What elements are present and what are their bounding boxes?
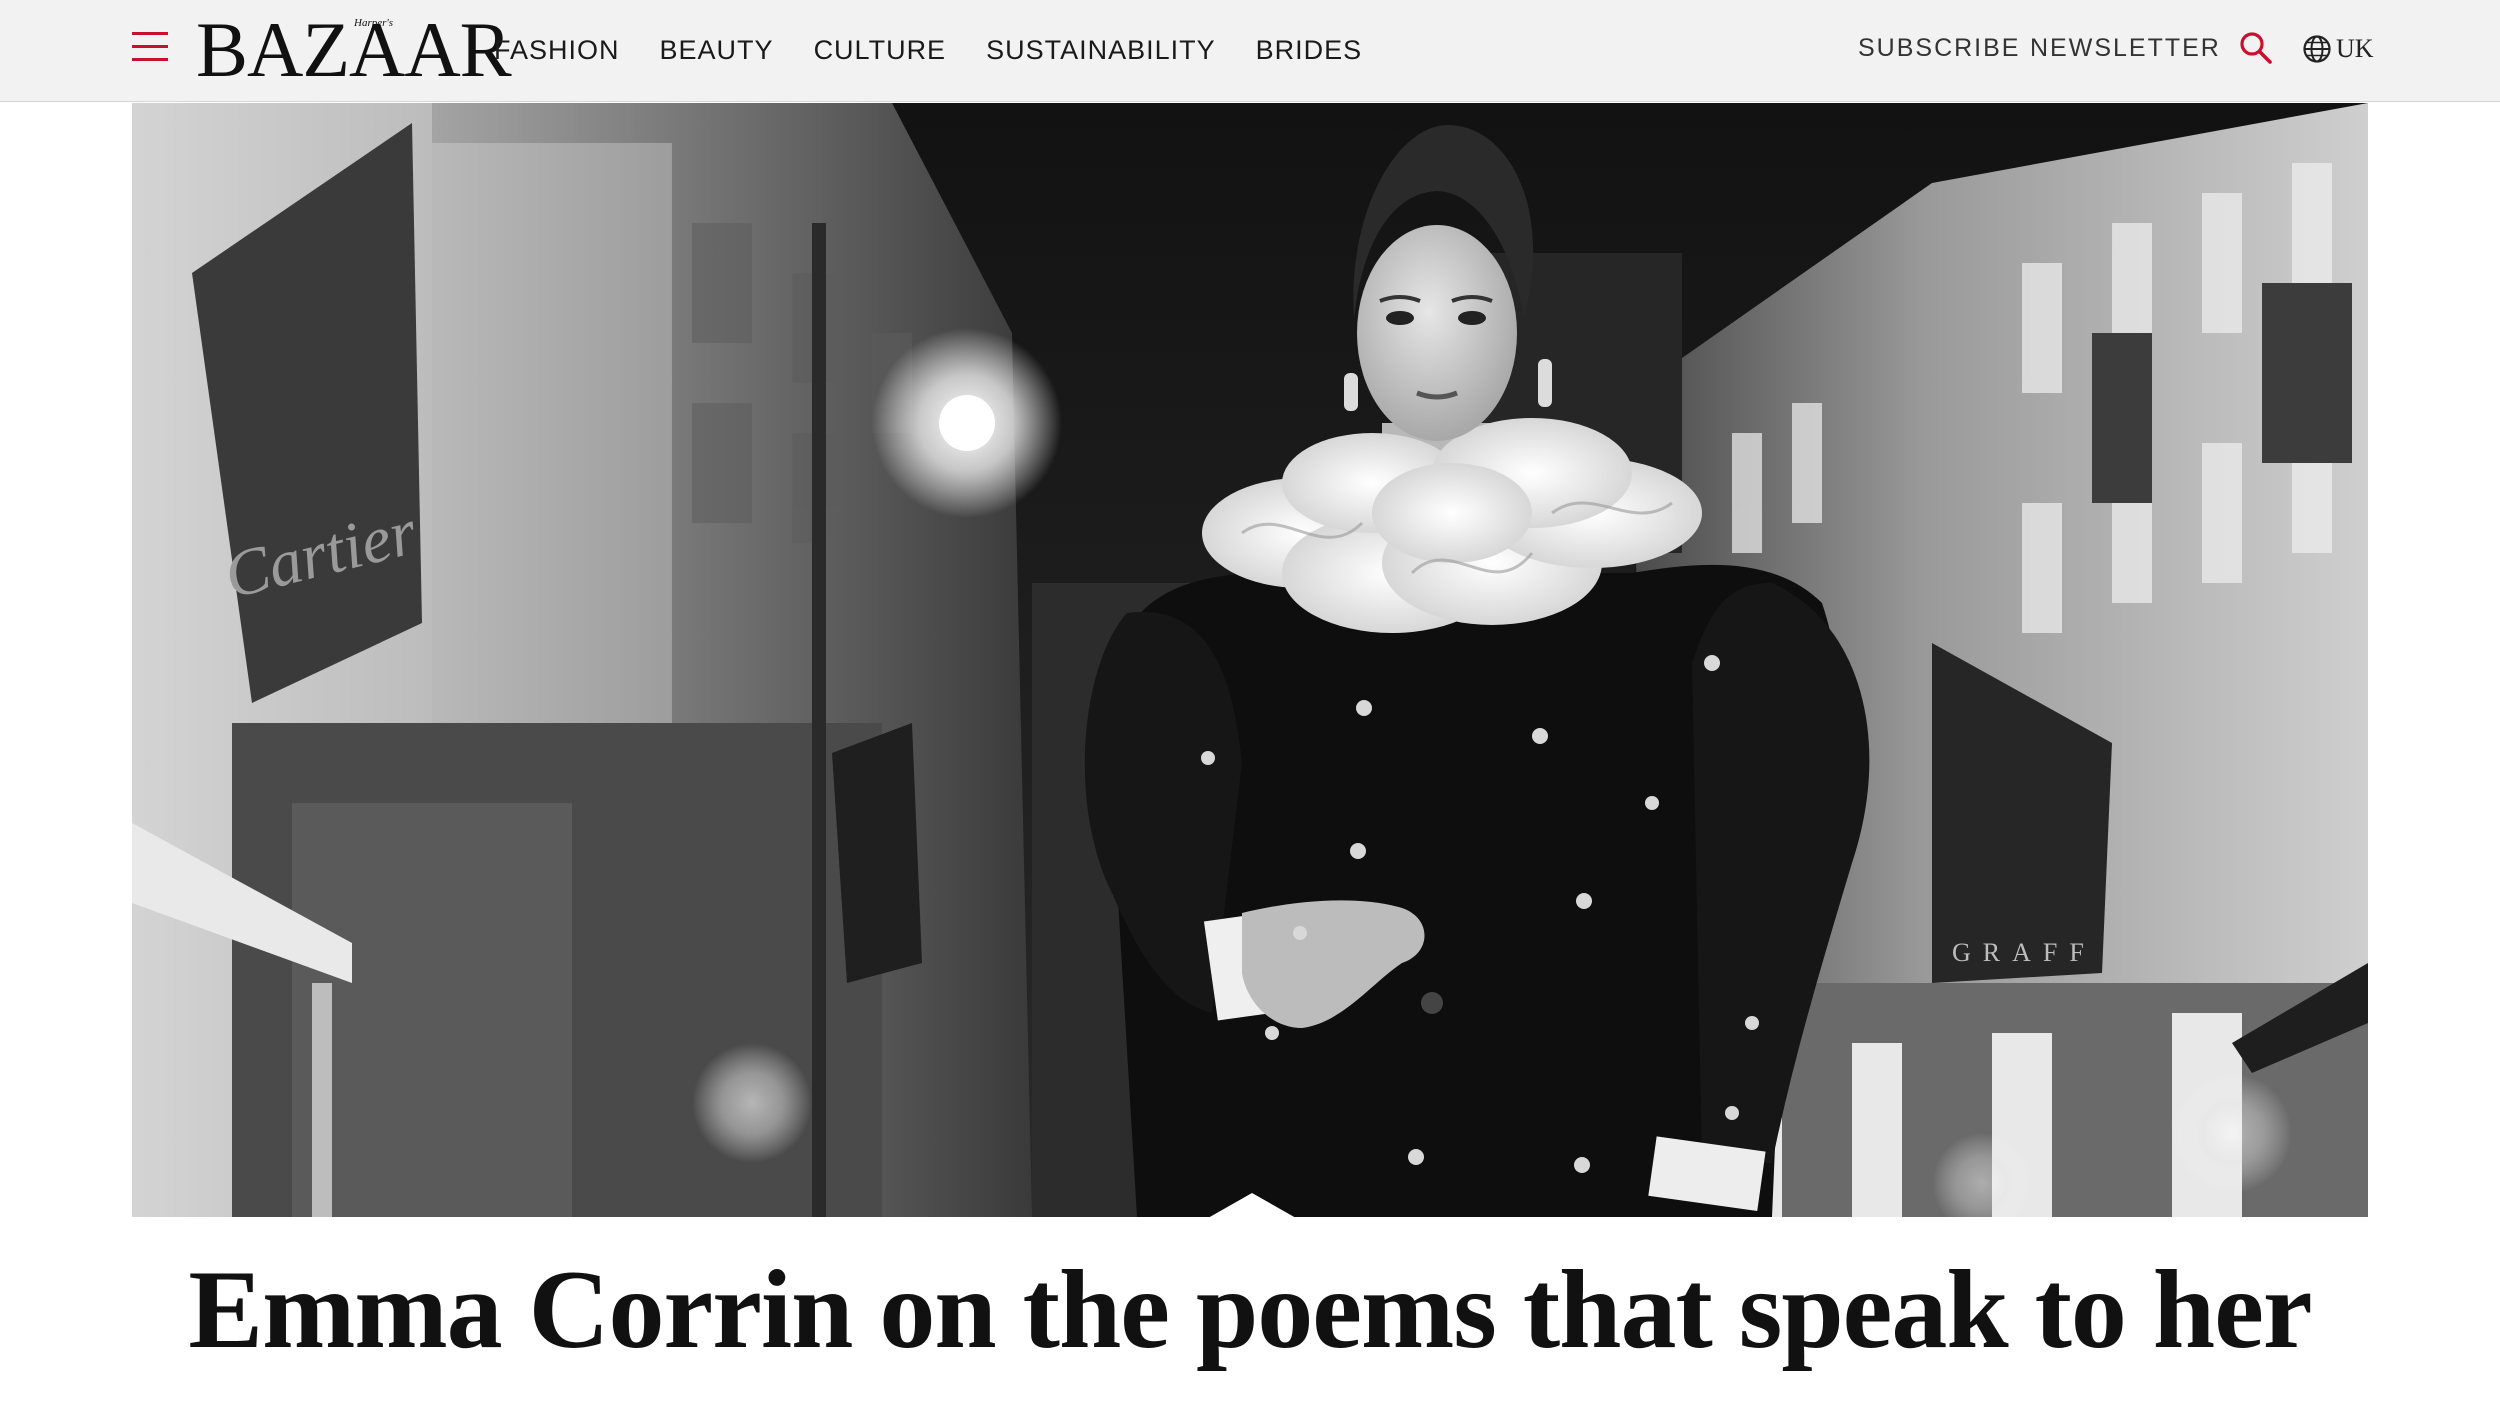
hero-notch <box>1208 1193 1296 1218</box>
site-logo[interactable]: BAZAAR Harper's <box>196 10 512 90</box>
article-headline: Emma Corrin on the poems that speak to h… <box>188 1248 2312 1372</box>
main-navigation: FASHION BEAUTY CULTURE SUSTAINABILITY BR… <box>494 30 1402 70</box>
nav-culture[interactable]: CULTURE <box>814 30 947 70</box>
region-selector[interactable]: UK <box>2302 30 2374 68</box>
nav-brides[interactable]: BRIDES <box>1256 30 1363 70</box>
hero-photo: Cartier GRAFF <box>132 103 2368 1217</box>
subscribe-link[interactable]: SUBSCRIBE <box>1858 28 2020 68</box>
nav-beauty[interactable]: BEAUTY <box>660 30 774 70</box>
site-header: BAZAAR Harper's FASHION BEAUTY CULTURE S… <box>0 0 2500 102</box>
hero-image: Cartier GRAFF <box>132 103 2368 1217</box>
globe-icon <box>2303 35 2331 63</box>
logo-small-text: Harper's <box>354 17 394 29</box>
newsletter-link[interactable]: NEWSLETTER <box>2030 28 2221 68</box>
search-icon <box>2240 32 2272 64</box>
nav-sustainability[interactable]: SUSTAINABILITY <box>986 30 1216 70</box>
hamburger-menu-icon[interactable] <box>132 30 168 64</box>
search-button[interactable] <box>2238 30 2274 66</box>
graff-sign: GRAFF <box>1952 938 2096 967</box>
region-label: UK <box>2336 34 2374 63</box>
nav-fashion[interactable]: FASHION <box>494 30 620 70</box>
